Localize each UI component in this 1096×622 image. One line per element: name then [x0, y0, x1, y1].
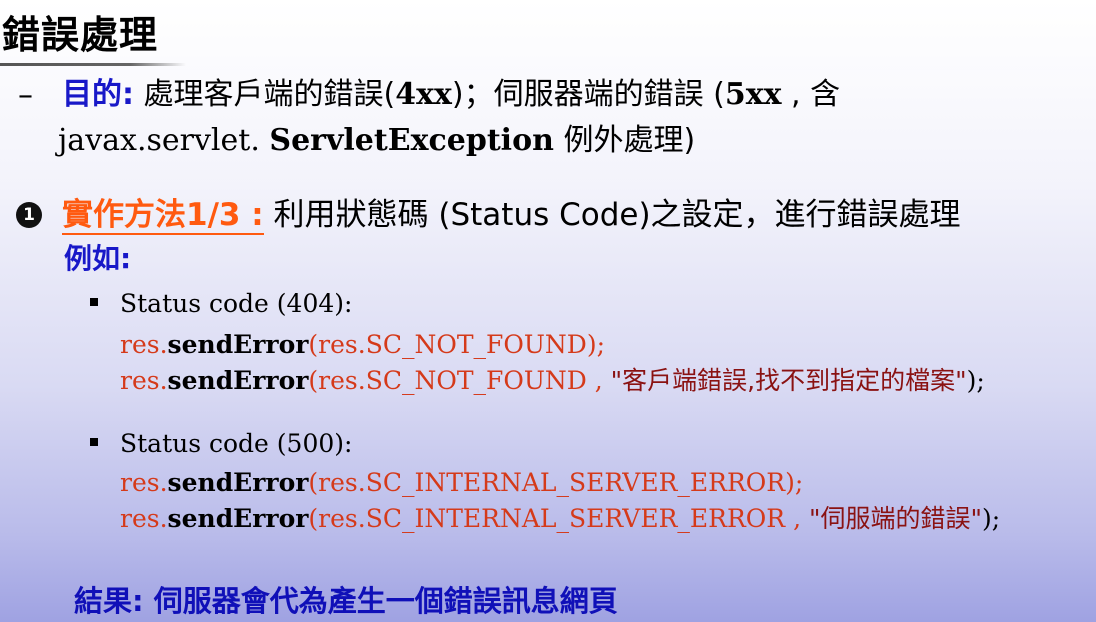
result-text: 結果: 伺服器會代為產生一個錯誤訊息網頁 — [74, 584, 618, 618]
purpose-line-1: 目的: 處理客戶端的錯誤(4xx)；伺服器端的錯誤 (5xx , 含 — [62, 74, 840, 116]
code-message: "客戶端錯誤,找不到指定的檔案" — [610, 366, 967, 395]
page-title: 錯誤處理 — [2, 13, 159, 57]
code-args: (res.SC_INTERNAL_SERVER_ERROR); — [308, 468, 804, 497]
example-1-heading: Status code (404): — [120, 289, 353, 318]
code-end: ); — [981, 504, 1001, 533]
example-2-line-2: res.sendError(res.SC_INTERNAL_SERVER_ERR… — [120, 502, 1000, 535]
square-bullet-icon — [90, 438, 98, 446]
purpose-text-a: 處理客戶端的錯誤( — [134, 77, 396, 112]
code-5xx: 5xx — [724, 77, 782, 112]
purpose-text-c: , 含 — [781, 77, 841, 112]
square-bullet-icon — [90, 298, 98, 306]
example-2-heading: Status code (500): — [120, 429, 353, 458]
code-obj: res. — [120, 504, 168, 533]
code-end: ); — [966, 366, 985, 395]
purpose-label: 目的: — [62, 77, 134, 112]
code-method: sendError — [167, 330, 309, 359]
purpose-text-b: )；伺服器端的錯誤 ( — [451, 77, 725, 112]
impl-label: 實作方法1/3 : — [62, 197, 264, 235]
example-1-line-1: res.sendError(res.SC_NOT_FOUND); — [120, 328, 605, 361]
dash-bullet: – — [18, 78, 33, 113]
code-obj: res. — [120, 366, 168, 395]
servlet-exception: ServletException — [269, 123, 554, 158]
purpose-line-2: javax.servlet. ServletException 例外處理) — [58, 120, 695, 162]
example-label: 例如: — [64, 242, 132, 275]
example-2-line-1: res.sendError(res.SC_INTERNAL_SERVER_ERR… — [120, 466, 803, 499]
title-underline — [0, 63, 186, 66]
number-one-bullet-icon: 1 — [16, 202, 42, 228]
code-obj: res. — [120, 330, 168, 359]
code-message: "伺服端的錯誤" — [808, 504, 982, 533]
impl-line: 實作方法1/3 : 利用狀態碼 (Status Code)之設定，進行錯誤處理 — [62, 194, 961, 236]
code-method: sendError — [167, 504, 309, 533]
example-1-line-2: res.sendError(res.SC_NOT_FOUND , "客戶端錯誤,… — [120, 364, 985, 397]
code-args: (res.SC_NOT_FOUND); — [308, 330, 606, 359]
code-obj: res. — [120, 468, 168, 497]
code-4xx: 4xx — [395, 77, 452, 112]
code-method: sendError — [167, 366, 309, 395]
code-args: (res.SC_INTERNAL_SERVER_ERROR , — [308, 504, 809, 533]
code-args: (res.SC_NOT_FOUND , — [308, 366, 611, 395]
purpose-line2-a: javax.servlet. — [58, 123, 270, 158]
code-method: sendError — [167, 468, 309, 497]
impl-text: 利用狀態碼 (Status Code)之設定，進行錯誤處理 — [263, 197, 961, 233]
purpose-line2-b: 例外處理) — [553, 123, 696, 158]
